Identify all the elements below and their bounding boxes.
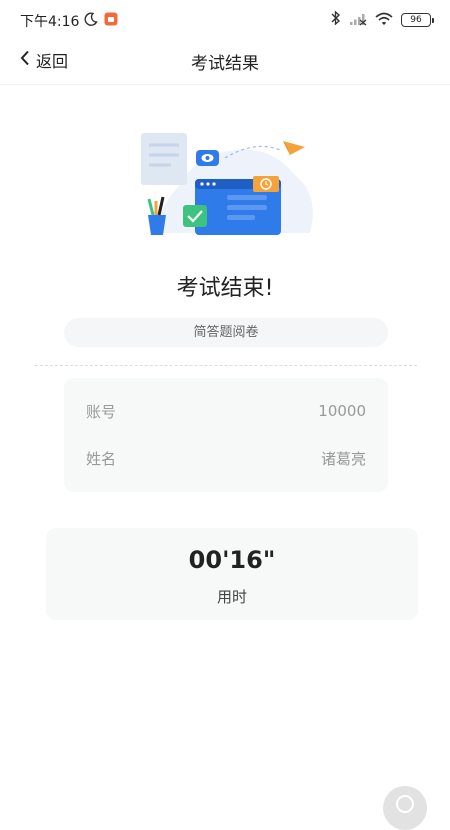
time-used-value: 00'16" — [188, 546, 276, 574]
account-label: 账号 — [86, 402, 117, 421]
candidate-info-card: 账号 10000 姓名 诸葛亮 — [64, 378, 388, 492]
status-left-icons — [84, 11, 118, 30]
wifi-icon — [375, 11, 393, 30]
paper-name-badge: 简答题阅卷 — [64, 318, 388, 347]
account-value: 10000 — [318, 402, 366, 420]
battery-level: 96 — [401, 13, 431, 27]
exam-finished-heading: 考试结束! — [176, 276, 274, 301]
exam-complete-illustration — [135, 125, 320, 245]
bluetooth-icon — [331, 10, 341, 30]
app-notification-icon — [104, 11, 118, 30]
battery-icon: 96 — [401, 13, 434, 27]
moon-icon — [84, 11, 98, 30]
name-label: 姓名 — [86, 449, 117, 468]
status-right-icons: 96 — [331, 10, 434, 30]
time-used-card: 00'16" 用时 — [46, 528, 418, 620]
status-bar: 下午4:16 96 — [0, 0, 450, 40]
signal-icon — [349, 11, 367, 30]
info-row-account: 账号 10000 — [86, 399, 366, 423]
nav-bar: 返回 考试结果 — [0, 38, 450, 85]
name-value: 诸葛亮 — [320, 449, 366, 468]
page-title: 考试结果 — [191, 54, 259, 74]
dashed-divider — [35, 365, 417, 366]
floating-action-button[interactable] — [383, 786, 427, 830]
floating-button-icon — [396, 795, 414, 813]
status-time: 下午4:16 — [20, 14, 80, 30]
info-row-name: 姓名 诸葛亮 — [86, 446, 366, 470]
time-used-label: 用时 — [216, 588, 247, 606]
